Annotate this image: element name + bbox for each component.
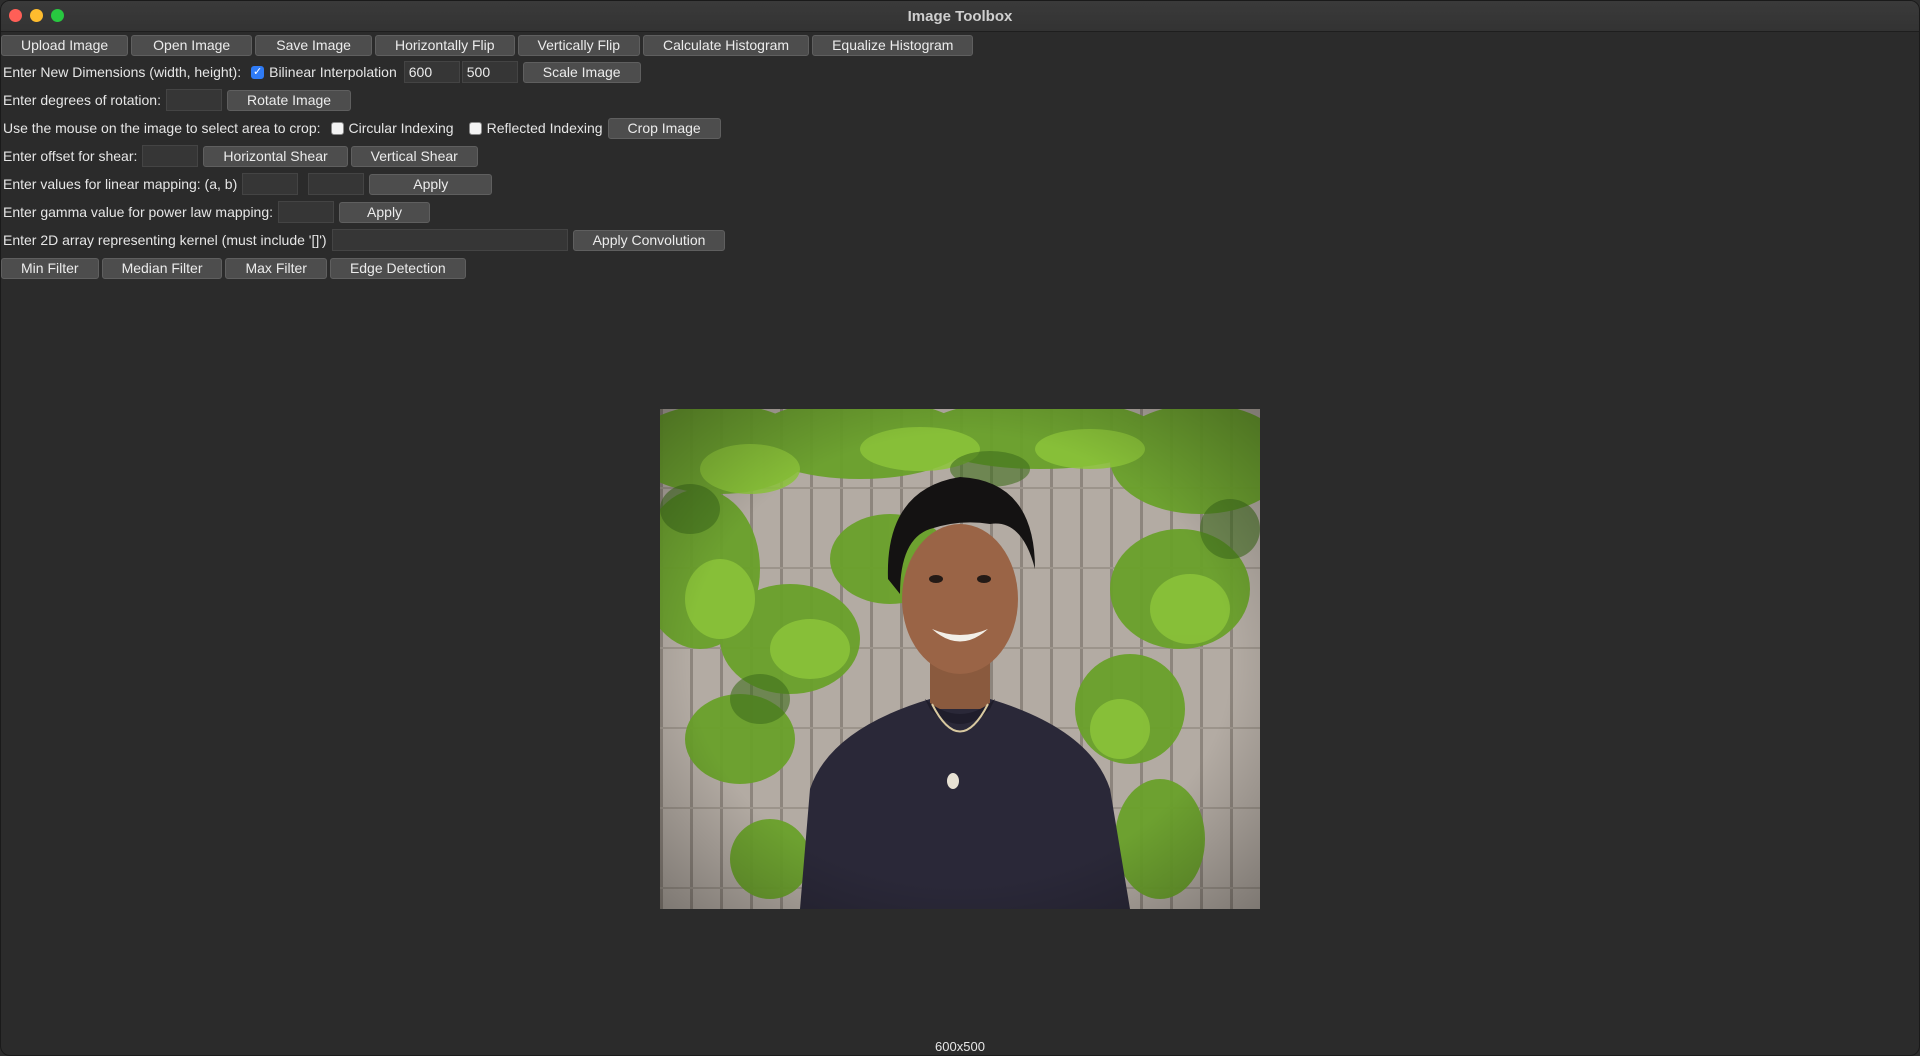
save-image-button[interactable]: Save Image <box>255 34 372 56</box>
toolbar-row: Upload Image Open Image Save Image Horiz… <box>1 32 976 58</box>
linear-mapping-row: Enter values for linear mapping: (a, b) … <box>1 171 495 197</box>
checkbox-box <box>468 121 482 135</box>
bilinear-interpolation-label: Bilinear Interpolation <box>269 64 397 80</box>
circular-indexing-label: Circular Indexing <box>348 120 454 136</box>
upload-image-button[interactable]: Upload Image <box>1 34 129 56</box>
linear-b-input[interactable] <box>308 173 365 195</box>
checkbox-box <box>330 121 344 135</box>
filters-row: Min Filter Median Filter Max Filter Edge… <box>1 255 469 281</box>
linear-apply-button[interactable]: Apply <box>369 173 493 195</box>
crop-label: Use the mouse on the image to select are… <box>3 120 321 136</box>
linear-mapping-label: Enter values for linear mapping: (a, b) <box>3 176 238 192</box>
app-window: Image Toolbox Upload Image Open Image Sa… <box>0 0 1920 1056</box>
title-bar: Image Toolbox <box>1 1 1919 32</box>
apply-convolution-button[interactable]: Apply Convolution <box>572 229 726 251</box>
crop-row: Use the mouse on the image to select are… <box>1 115 724 141</box>
close-window-icon[interactable] <box>9 9 22 22</box>
equalize-histogram-button[interactable]: Equalize Histogram <box>812 34 974 56</box>
maximize-window-icon[interactable] <box>51 9 64 22</box>
horizontal-shear-button[interactable]: Horizontal Shear <box>203 145 348 167</box>
rotate-label: Enter degrees of rotation: <box>3 92 161 108</box>
checkmark-icon: ✓ <box>251 65 265 79</box>
main-content: Upload Image Open Image Save Image Horiz… <box>1 32 1919 1055</box>
crop-image-button[interactable]: Crop Image <box>607 117 721 139</box>
rotate-image-button[interactable]: Rotate Image <box>227 89 352 111</box>
shear-label: Enter offset for shear: <box>3 148 138 164</box>
calculate-histogram-button[interactable]: Calculate Histogram <box>643 34 810 56</box>
gamma-row: Enter gamma value for power law mapping:… <box>1 199 433 225</box>
shear-offset-input[interactable] <box>142 145 199 167</box>
bilinear-interpolation-checkbox[interactable]: ✓ Bilinear Interpolation <box>251 64 397 80</box>
vertically-flip-button[interactable]: Vertically Flip <box>517 34 641 56</box>
max-filter-button[interactable]: Max Filter <box>225 257 327 279</box>
kernel-row: Enter 2D array representing kernel (must… <box>1 227 728 253</box>
kernel-label: Enter 2D array representing kernel (must… <box>3 232 327 248</box>
scale-width-input[interactable] <box>403 61 460 83</box>
window-controls <box>9 9 64 22</box>
scale-row: Enter New Dimensions (width, height): ✓ … <box>1 59 644 85</box>
reflected-indexing-label: Reflected Indexing <box>486 120 603 136</box>
minimize-window-icon[interactable] <box>30 9 43 22</box>
linear-a-input[interactable] <box>242 173 299 195</box>
scale-image-button[interactable]: Scale Image <box>522 61 641 83</box>
image-dimensions-label: 600x500 <box>935 1039 985 1054</box>
scale-height-input[interactable] <box>461 61 518 83</box>
reflected-indexing-checkbox[interactable]: Reflected Indexing <box>468 120 603 136</box>
rotate-row: Enter degrees of rotation: Rotate Image <box>1 87 354 113</box>
gamma-label: Enter gamma value for power law mapping: <box>3 204 274 220</box>
window-title: Image Toolbox <box>907 7 1013 25</box>
scale-label: Enter New Dimensions (width, height): <box>3 64 242 80</box>
gamma-apply-button[interactable]: Apply <box>339 201 431 223</box>
open-image-button[interactable]: Open Image <box>131 34 253 56</box>
portrait-photo <box>660 409 1260 909</box>
shear-row: Enter offset for shear: Horizontal Shear… <box>1 143 481 169</box>
circular-indexing-checkbox[interactable]: Circular Indexing <box>330 120 454 136</box>
edge-detection-button[interactable]: Edge Detection <box>329 257 466 279</box>
kernel-input[interactable] <box>331 229 568 251</box>
median-filter-button[interactable]: Median Filter <box>101 257 223 279</box>
vertical-shear-button[interactable]: Vertical Shear <box>350 145 478 167</box>
image-canvas[interactable] <box>660 409 1260 909</box>
horizontally-flip-button[interactable]: Horizontally Flip <box>374 34 515 56</box>
min-filter-button[interactable]: Min Filter <box>1 257 99 279</box>
rotate-degrees-input[interactable] <box>166 89 222 111</box>
gamma-input[interactable] <box>278 201 335 223</box>
